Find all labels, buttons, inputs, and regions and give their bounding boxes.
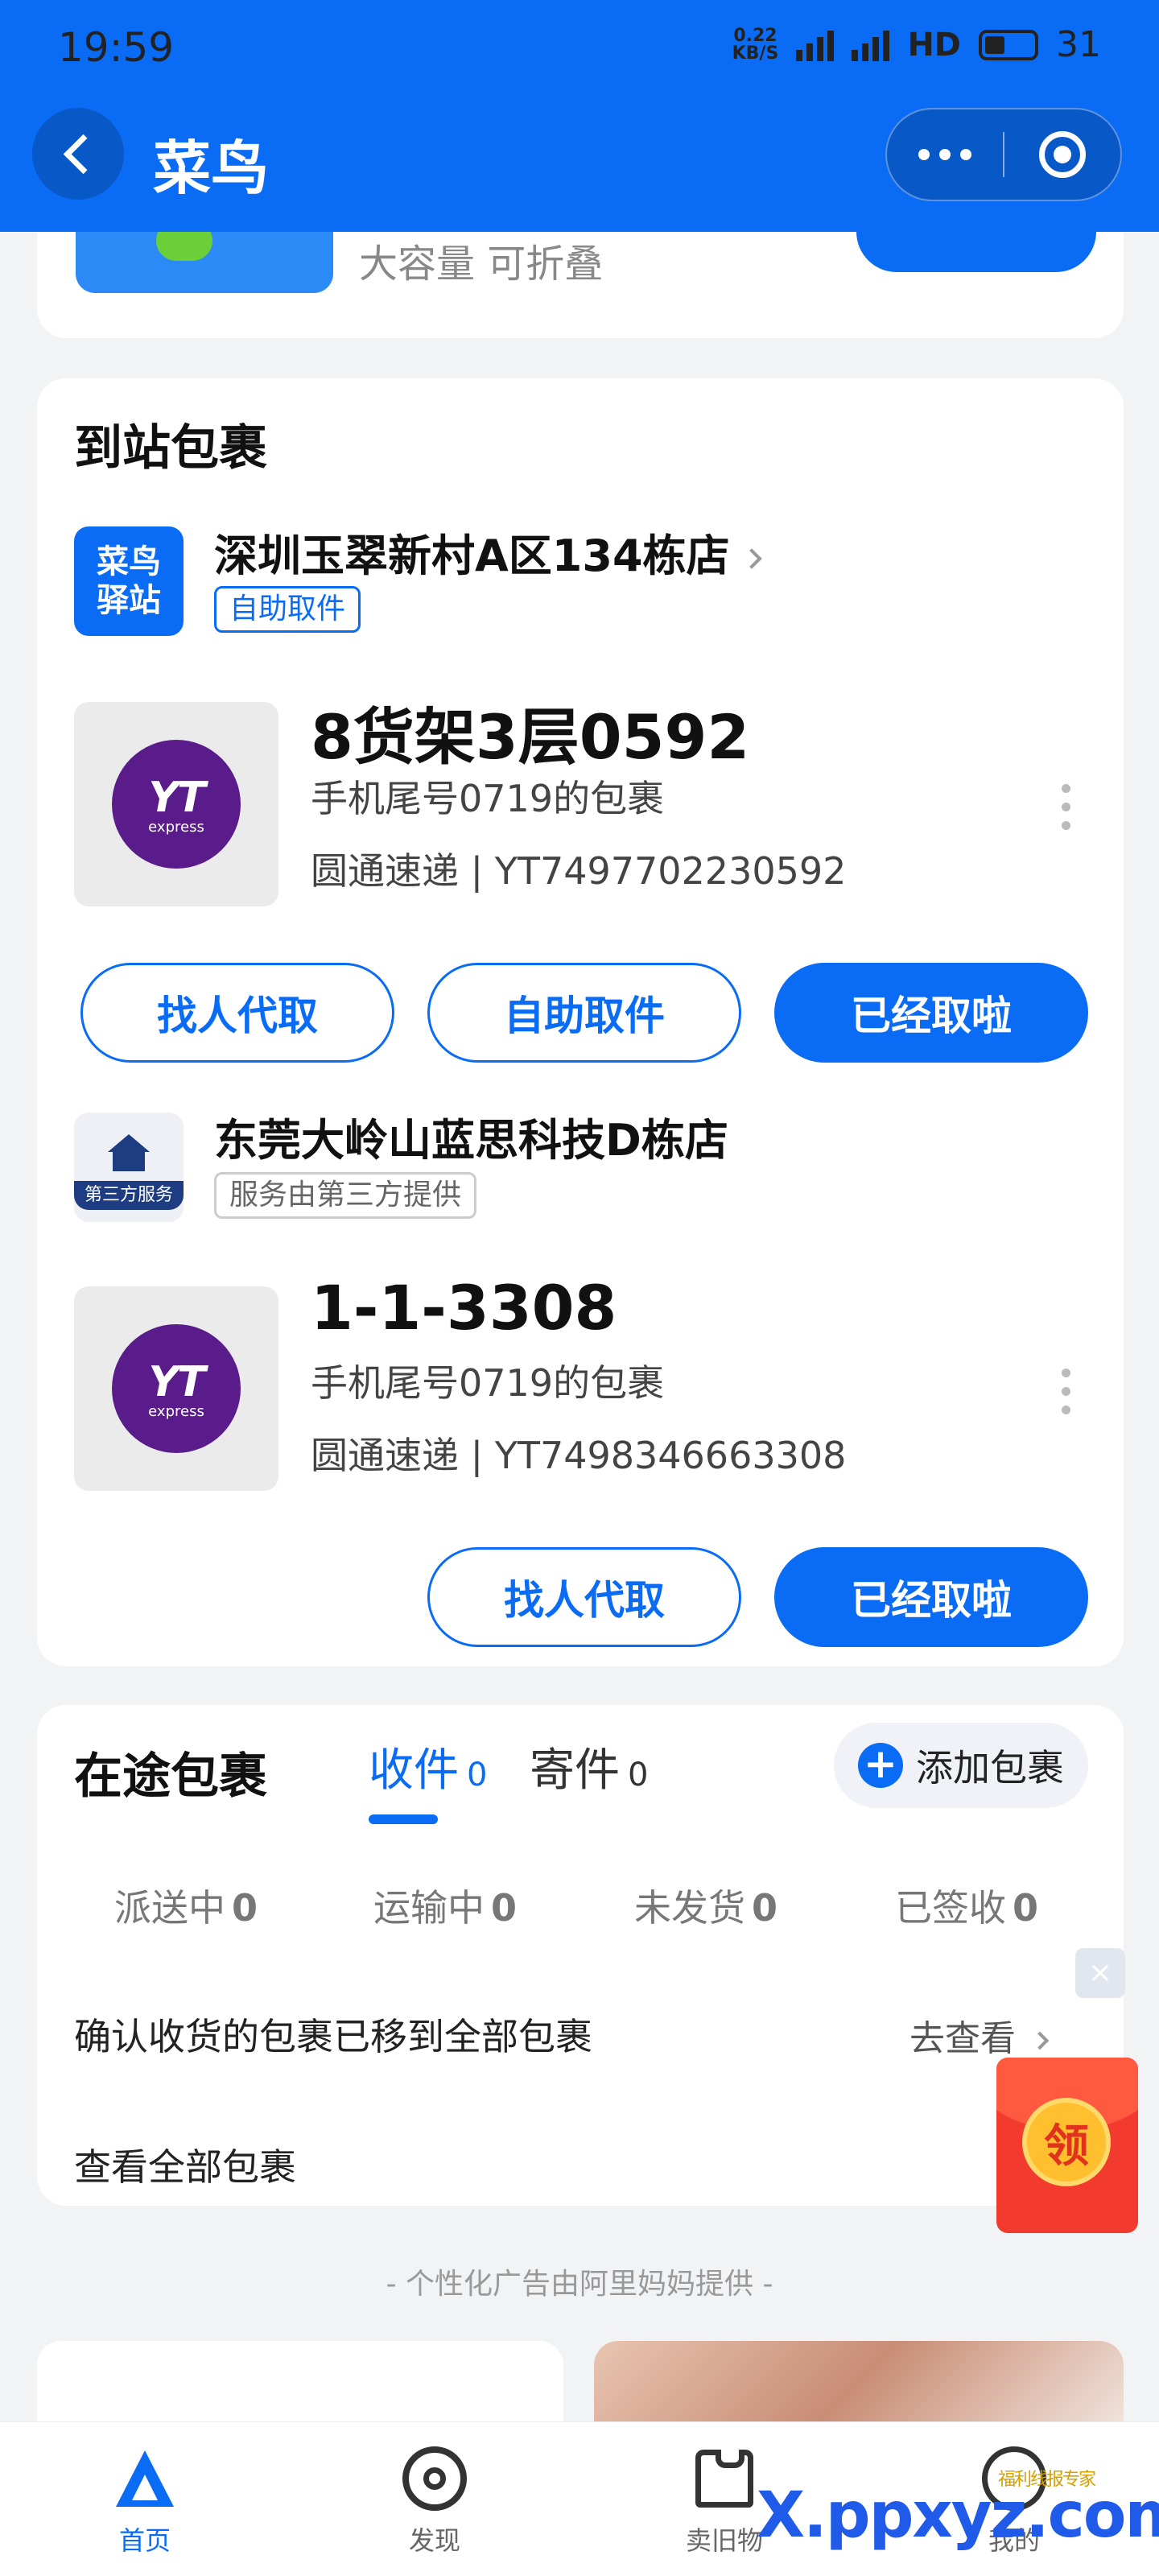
proxy-pickup-button[interactable]: 找人代取 [80,963,394,1063]
stat-delivering[interactable]: 派送中 0 [114,1879,258,1932]
status-time: 19:59 [58,24,175,71]
station-name[interactable]: 深圳玉翠新村A区134栋店 [214,520,762,584]
watermark: X.ppxyz.com 福利线报专家 [757,2470,1159,2552]
close-miniprogram-button[interactable] [1004,109,1120,200]
plus-icon: + [858,1743,903,1788]
chevron-right-icon [1030,2031,1050,2050]
red-packet-float[interactable]: 领 [996,2058,1138,2233]
package-desc: 手机尾号0719的包裹 [311,777,665,820]
view-all-packages-link[interactable]: 查看全部包裹 [74,2138,296,2191]
station-name[interactable]: 东莞大岭山蓝思科技D栋店 [214,1104,728,1168]
battery-icon [979,29,1038,60]
in-transit-title: 在途包裹 [74,1748,267,1805]
in-transit-card: 在途包裹 收件 0 寄件 0 + 添加包裹 派送中 0 运输中 0 未发货 0 已签收 0 … [37,1705,1124,2206]
proxy-pickup-button[interactable]: 找人代取 [427,1547,741,1647]
pickup-code: 8货架3层0592 [311,701,750,773]
net-speed: 0.22 KB/S [732,25,779,64]
red-packet-coin-icon: 领 [1022,2098,1111,2186]
chevron-right-icon [740,548,762,570]
discover-icon [402,2446,467,2511]
status-icons: 0.22 KB/S HD 31 [732,24,1101,65]
tab-receive[interactable]: 收件 0 [369,1734,487,1799]
promo-card[interactable]: 大容量 可折叠 [37,232,1124,338]
home-icon [116,2450,174,2507]
battery-level: 31 [1056,24,1101,65]
self-pickup-button[interactable]: 自助取件 [427,963,741,1063]
mini-program-capsule [885,108,1122,201]
arrived-packages-card: 到站包裹 菜鸟驿站 深圳玉翠新村A区134栋店 自助取件 YT express … [37,378,1124,1666]
yto-logo: YT express [74,702,278,906]
stat-not-shipped[interactable]: 未发货 0 [634,1879,777,1932]
third-party-station-logo: 第三方服务 [74,1113,184,1222]
pickup-code: 1-1-3308 [311,1272,617,1344]
third-party-tag: 服务由第三方提供 [214,1172,477,1219]
shirt-icon [695,2450,753,2508]
more-options-icon[interactable] [1058,1368,1074,1414]
feed-item-image[interactable] [594,2341,1124,2421]
goto-view-link[interactable]: 去查看 [909,2009,1050,2061]
house-icon [108,1134,150,1173]
tab-discover[interactable]: 发现 [354,2446,515,2557]
more-menu-button[interactable] [887,109,1003,200]
more-options-icon[interactable] [1058,784,1074,830]
stat-signed[interactable]: 已签收 0 [895,1879,1038,1932]
already-picked-button[interactable]: 已经取啦 [774,963,1088,1063]
stat-in-transport[interactable]: 运输中 0 [373,1879,517,1932]
yto-express-icon: YT express [112,740,241,869]
carrier-tracking: 圆通速递 | YT7498346663308 [311,1434,847,1477]
promo-image [76,232,333,293]
moved-notice: 确认收货的包裹已移到全部包裹 [74,2015,592,2058]
signal-4g-icon [852,29,890,61]
tab-active-indicator [369,1814,438,1824]
ad-note: - 个性化广告由阿里妈妈提供 - [386,2268,773,2301]
yto-logo: YT express [74,1286,278,1491]
promo-text: 大容量 可折叠 [359,242,604,287]
feed-item[interactable] [37,2341,563,2421]
add-package-button[interactable]: + 添加包裹 [834,1723,1088,1808]
yto-express-icon: YT express [112,1324,241,1453]
tab-send[interactable]: 寄件 0 [530,1734,648,1799]
already-picked-button[interactable]: 已经取啦 [774,1547,1088,1647]
close-icon[interactable]: × [1075,1948,1125,1998]
promo-button[interactable] [856,232,1096,272]
page-title: 菜鸟 [153,134,270,202]
carrier-tracking: 圆通速递 | YT7497702230592 [311,849,847,893]
ad-feed [0,2341,1159,2421]
top-bar: 19:59 0.22 KB/S HD 31 菜鸟 [0,0,1159,232]
tab-home[interactable]: 首页 [64,2446,225,2557]
arrived-title: 到站包裹 [74,420,267,477]
cainiao-station-logo: 菜鸟驿站 [74,526,184,636]
self-pickup-tag: 自助取件 [214,586,361,633]
signal-5g-icon [796,29,835,61]
package-desc: 手机尾号0719的包裹 [311,1361,665,1405]
back-button[interactable] [32,108,124,200]
hd-icon: HD [907,26,961,64]
